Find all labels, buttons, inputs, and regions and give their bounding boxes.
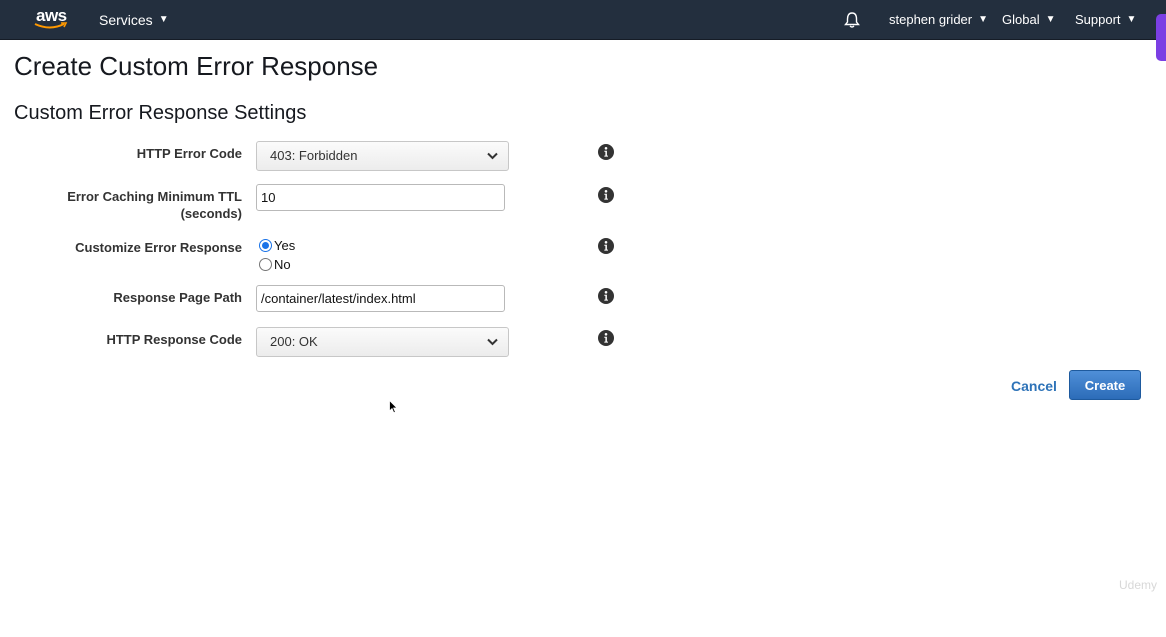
side-panel-tab[interactable] [1156, 14, 1166, 61]
aws-logo[interactable]: aws [34, 6, 70, 34]
response-page-path-label: Response Page Path [113, 290, 242, 305]
info-icon[interactable] [598, 330, 614, 346]
aws-smile-icon [34, 22, 68, 29]
create-button[interactable]: Create [1069, 370, 1141, 400]
region-name: Global [1002, 12, 1040, 27]
error-caching-ttl-input[interactable] [256, 184, 505, 211]
http-response-code-label: HTTP Response Code [106, 332, 242, 347]
http-error-code-select[interactable]: 403: Forbidden [256, 141, 509, 171]
info-icon[interactable] [598, 288, 614, 304]
caret-down-icon: ▼ [158, 14, 169, 25]
section-title: Custom Error Response Settings [14, 102, 307, 124]
page-title: Create Custom Error Response [14, 51, 379, 81]
account-name: stephen grider [889, 12, 973, 27]
region-menu[interactable]: Global ▼ [1002, 12, 1055, 27]
customize-no-radio[interactable] [259, 258, 272, 271]
caret-down-icon: ▼ [978, 13, 989, 25]
chevron-down-icon [487, 338, 498, 346]
mouse-cursor-icon [389, 400, 398, 414]
customize-yes-radio[interactable] [259, 239, 272, 252]
services-menu[interactable]: Services ▼ [99, 12, 169, 28]
account-menu[interactable]: stephen grider ▼ [889, 12, 988, 27]
http-error-code-value: 403: Forbidden [270, 148, 358, 163]
top-navigation-bar: aws Services ▼ stephen grider ▼ Global ▼… [0, 0, 1166, 40]
customize-yes-label: Yes [274, 238, 296, 253]
support-menu[interactable]: Support ▼ [1075, 12, 1136, 27]
bell-icon[interactable] [843, 11, 861, 29]
http-response-code-select[interactable]: 200: OK [256, 327, 509, 357]
caret-down-icon: ▼ [1045, 13, 1056, 25]
chevron-down-icon [487, 152, 498, 160]
response-page-path-input[interactable] [256, 285, 505, 312]
cancel-button[interactable]: Cancel [1011, 378, 1057, 394]
customize-yes-option[interactable]: Yes [259, 238, 295, 253]
customize-no-label: No [274, 257, 291, 272]
udemy-watermark: Udemy [1119, 578, 1158, 592]
info-icon[interactable] [598, 144, 614, 160]
caret-down-icon: ▼ [1126, 13, 1137, 25]
support-label: Support [1075, 12, 1121, 27]
info-icon[interactable] [598, 238, 614, 254]
customize-error-response-label: Customize Error Response [75, 240, 242, 255]
info-icon[interactable] [598, 187, 614, 203]
customize-no-option[interactable]: No [259, 257, 291, 272]
services-label: Services [99, 12, 153, 28]
http-response-code-value: 200: OK [270, 334, 318, 349]
error-caching-ttl-label: Error Caching Minimum TTL (seconds) [67, 189, 242, 221]
http-error-code-label: HTTP Error Code [136, 146, 242, 161]
